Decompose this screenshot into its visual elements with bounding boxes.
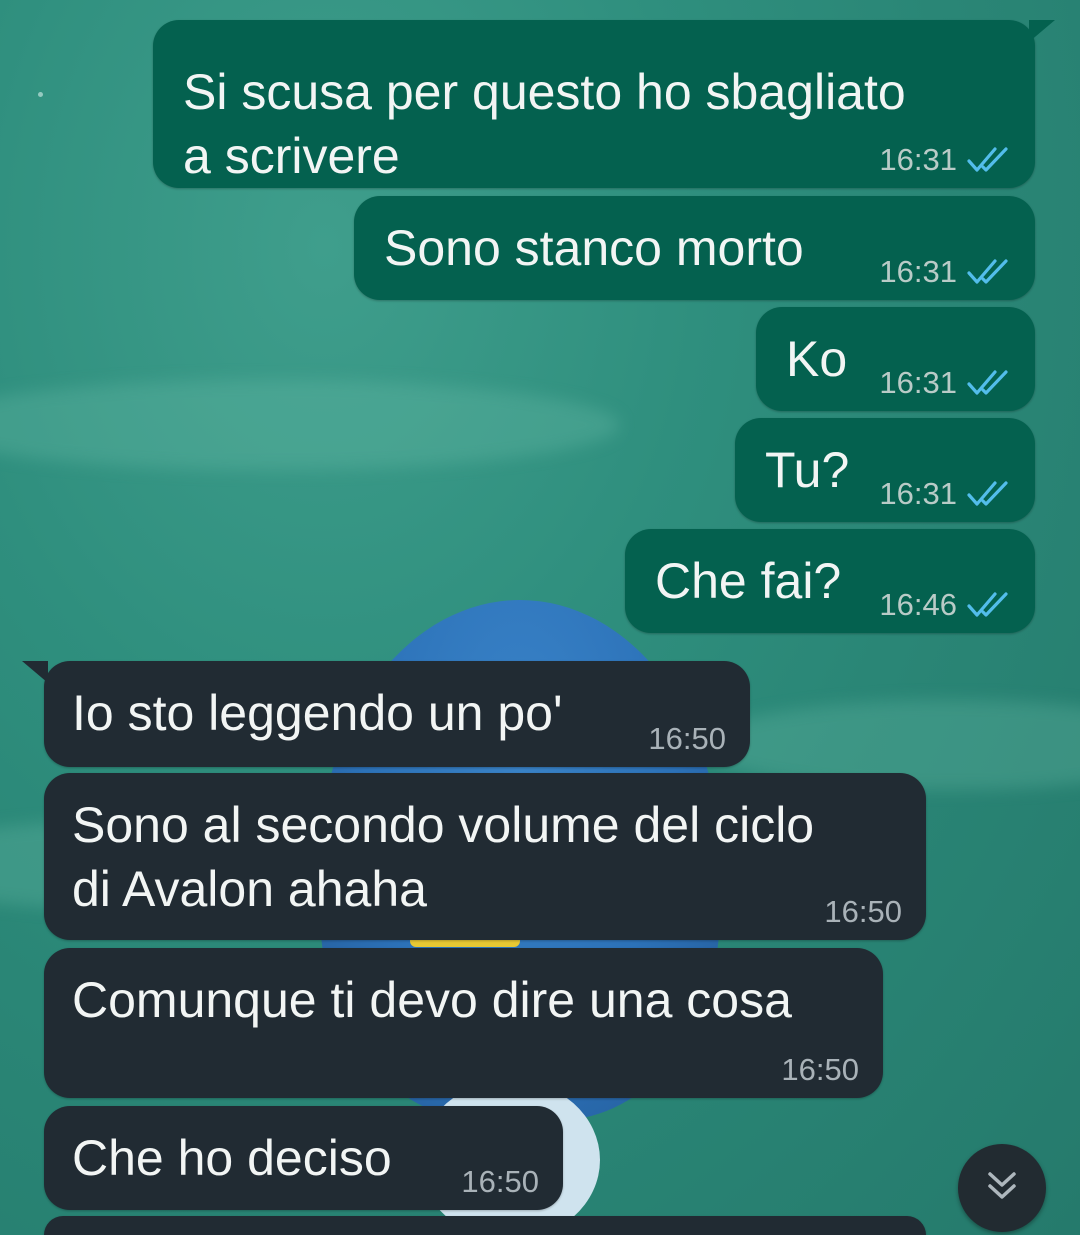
message-text-line: Si scusa per questo ho sbagliato xyxy=(183,64,906,120)
bubble-tail xyxy=(22,661,48,683)
message-time: 16:50 xyxy=(824,894,902,929)
message-time: 16:50 xyxy=(648,721,726,756)
message-time: 16:46 xyxy=(879,587,957,622)
message-bubble-incoming[interactable]: Sono al secondo volume del ciclo di Aval… xyxy=(44,773,926,940)
message-time: 16:31 xyxy=(879,476,957,511)
message-bubble-outgoing[interactable]: Tu? 16:31 xyxy=(735,418,1035,522)
double-chevron-down-icon xyxy=(982,1166,1022,1211)
message-text-line: Sono stanco morto xyxy=(384,220,804,276)
double-check-read-icon xyxy=(967,257,1011,287)
message-bubble-outgoing[interactable]: Ko 16:31 xyxy=(756,307,1035,411)
message-text-line: Tu? xyxy=(765,442,850,498)
message-bubble-outgoing[interactable]: Sono stanco morto 16:31 xyxy=(354,196,1035,300)
message-text-line: a scrivere xyxy=(183,128,400,184)
message-bubble-incoming[interactable]: Comunque ti devo dire una cosa 16:50 xyxy=(44,948,883,1098)
message-meta: 16:31 xyxy=(879,254,1011,290)
double-check-read-icon xyxy=(967,145,1011,175)
message-bubble-incoming[interactable]: Che ho deciso 16:50 xyxy=(44,1106,563,1210)
double-check-read-icon xyxy=(967,590,1011,620)
message-meta: 16:31 xyxy=(879,476,1011,512)
message-meta: 16:50 xyxy=(824,894,902,930)
double-check-read-icon xyxy=(967,368,1011,398)
message-text-line: Ko xyxy=(786,331,848,387)
bubble-tail xyxy=(1029,20,1055,42)
message-bubble-outgoing[interactable]: Si scusa per questo ho sbagliato a scriv… xyxy=(153,20,1055,188)
message-time: 16:31 xyxy=(879,142,957,177)
message-bubble-incoming[interactable]: Io sto leggendo un po' 16:50 xyxy=(22,661,750,767)
wallpaper-streak xyxy=(0,380,620,470)
message-bubble-incoming-partial[interactable] xyxy=(44,1216,926,1235)
message-time: 16:31 xyxy=(879,365,957,400)
message-bubble-outgoing[interactable]: Che fai? 16:46 xyxy=(625,529,1035,633)
message-text-line: Che ho deciso xyxy=(72,1130,392,1186)
message-text-line: Che fai? xyxy=(655,553,842,609)
message-time: 16:50 xyxy=(461,1164,539,1199)
message-meta: 16:50 xyxy=(461,1164,539,1200)
message-text-line: Comunque ti devo dire una cosa xyxy=(72,972,792,1028)
message-meta: 16:31 xyxy=(879,365,1011,401)
message-time: 16:31 xyxy=(879,254,957,289)
message-text-line: Io sto leggendo un po' xyxy=(72,685,563,741)
message-time: 16:50 xyxy=(781,1052,859,1087)
message-text-line: Sono al secondo volume del ciclo xyxy=(72,797,815,853)
message-meta: 16:50 xyxy=(781,1052,859,1088)
message-text-line: di Avalon ahaha xyxy=(72,861,427,917)
message-meta: 16:31 xyxy=(879,142,1011,178)
wallpaper-star xyxy=(38,92,43,97)
message-meta: 16:46 xyxy=(879,587,1011,623)
scroll-to-bottom-button[interactable] xyxy=(958,1144,1046,1232)
double-check-read-icon xyxy=(967,479,1011,509)
message-meta: 16:50 xyxy=(648,721,726,757)
